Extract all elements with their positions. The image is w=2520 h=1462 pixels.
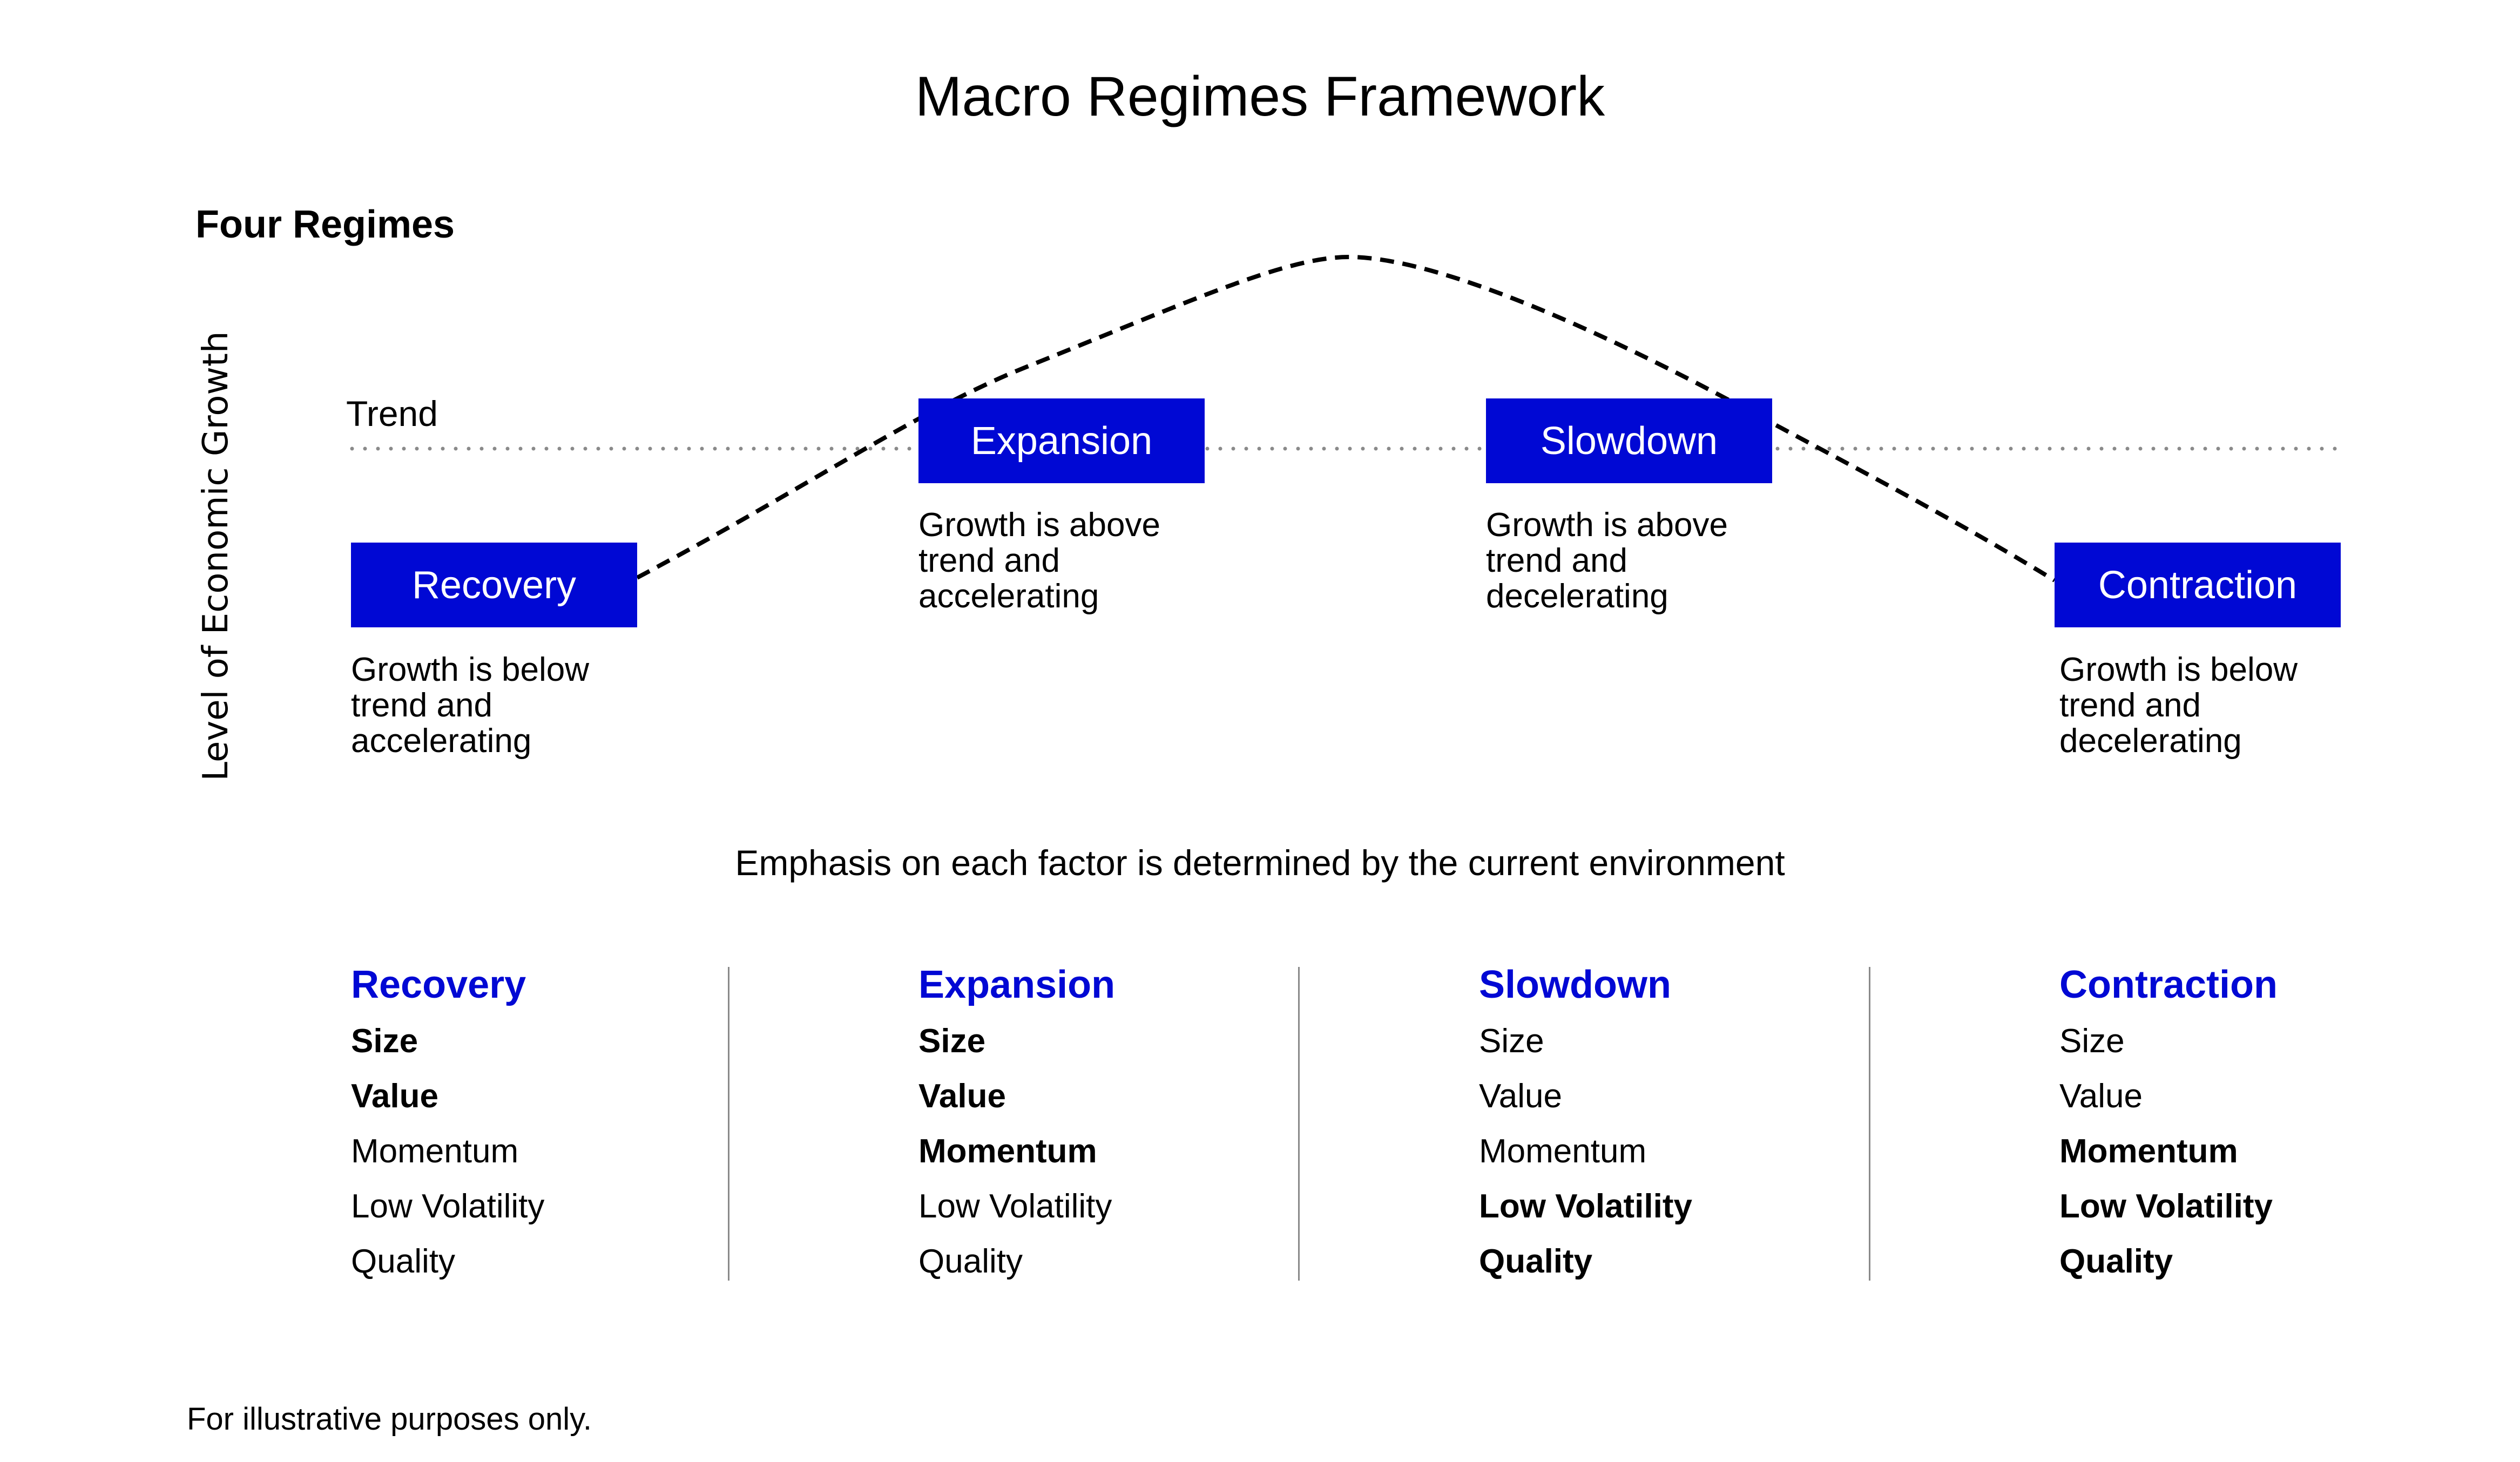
- regime-box-label: Expansion: [970, 419, 1153, 463]
- factor-item: Low Volatility: [2059, 1188, 2273, 1225]
- regime-description-contraction: Growth is below trend and decelerating: [2059, 652, 2340, 759]
- regime-box-label: Slowdown: [1540, 419, 1718, 463]
- description-line: trend and: [918, 542, 1060, 579]
- factor-column-recovery: Recovery Size Value Momentum Low Volatil…: [351, 960, 544, 1289]
- factor-item: Momentum: [351, 1133, 519, 1170]
- factor-item: Quality: [1479, 1243, 1593, 1280]
- description-line: Growth is above: [918, 506, 1160, 544]
- factor-item: Value: [351, 1078, 438, 1115]
- factor-column-header: Contraction: [2059, 963, 2278, 1006]
- factor-item: Value: [1479, 1078, 1562, 1115]
- regime-description-slowdown: Growth is above trend and decelerating: [1486, 507, 1767, 614]
- factor-item: Low Volatility: [351, 1188, 545, 1225]
- factor-item: Quality: [2059, 1243, 2173, 1280]
- factor-item: Momentum: [2059, 1133, 2238, 1170]
- factor-item: Size: [918, 1023, 986, 1060]
- regime-box-contraction: Contraction: [2055, 543, 2341, 627]
- factor-column-contraction: Contraction Size Value Momentum Low Vola…: [2059, 960, 2278, 1289]
- regime-box-label: Recovery: [411, 563, 577, 607]
- factor-column-expansion: Expansion Size Value Momentum Low Volati…: [918, 960, 1115, 1289]
- column-divider: [1298, 967, 1300, 1281]
- description-line: Growth is below: [2059, 651, 2298, 688]
- regime-box-slowdown: Slowdown: [1486, 398, 1772, 483]
- factor-item: Size: [351, 1023, 418, 1060]
- description-line: Growth is below: [351, 651, 590, 688]
- factor-item: Quality: [918, 1243, 1023, 1280]
- description-line: accelerating: [918, 578, 1099, 615]
- factor-column-header: Expansion: [918, 963, 1116, 1006]
- regime-description-expansion: Growth is above trend and accelerating: [918, 507, 1199, 614]
- factor-item: Momentum: [918, 1133, 1097, 1170]
- description-line: Growth is above: [1486, 506, 1728, 544]
- description-line: trend and: [351, 687, 492, 724]
- regime-box-expansion: Expansion: [918, 398, 1205, 483]
- factor-item: Value: [918, 1078, 1006, 1115]
- factor-item: Low Volatility: [918, 1188, 1112, 1225]
- business-cycle-curve: [636, 254, 2056, 583]
- factor-item: Momentum: [1479, 1133, 1647, 1170]
- description-line: decelerating: [1486, 578, 1668, 615]
- emphasis-caption: Emphasis on each factor is determined by…: [735, 843, 1785, 883]
- factor-item: Size: [1479, 1023, 1544, 1060]
- description-line: trend and: [2059, 687, 2201, 724]
- regime-description-recovery: Growth is below trend and accelerating: [351, 652, 632, 759]
- description-line: trend and: [1486, 542, 1627, 579]
- factor-item: Size: [2059, 1023, 2125, 1060]
- factor-column-slowdown: Slowdown Size Value Momentum Low Volatil…: [1479, 960, 1692, 1289]
- column-divider: [1869, 967, 1870, 1281]
- regime-box-recovery: Recovery: [351, 543, 637, 627]
- factor-item: Low Volatility: [1479, 1188, 1692, 1225]
- factor-column-header: Recovery: [351, 963, 526, 1006]
- factor-item: Quality: [351, 1243, 455, 1280]
- factor-column-header: Slowdown: [1479, 963, 1671, 1006]
- factor-item: Value: [2059, 1078, 2143, 1115]
- description-line: accelerating: [351, 722, 532, 760]
- footnote: For illustrative purposes only.: [187, 1402, 592, 1437]
- column-divider: [728, 967, 729, 1281]
- description-line: decelerating: [2059, 722, 2242, 760]
- regime-box-label: Contraction: [2098, 563, 2298, 607]
